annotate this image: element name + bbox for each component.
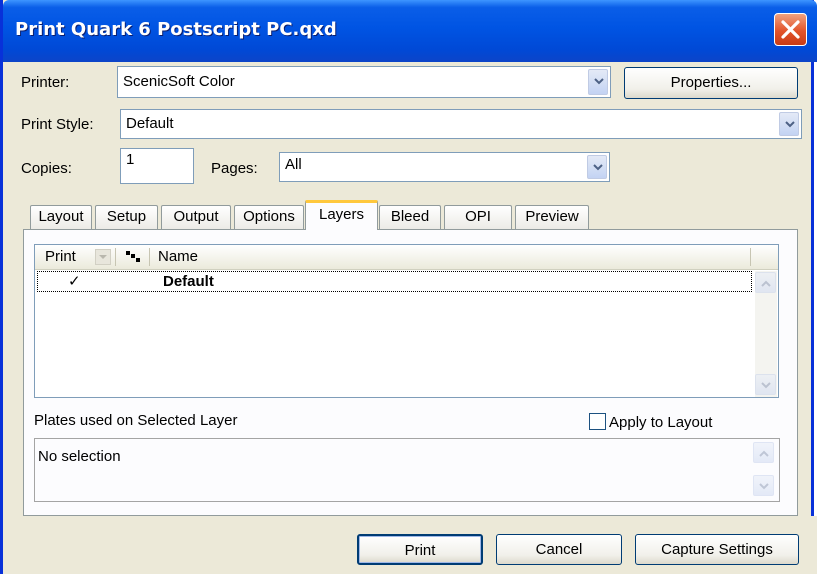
tab-opi[interactable]: OPI	[444, 205, 512, 229]
row-print-check[interactable]: ✓	[68, 272, 81, 290]
tab-layers[interactable]: Layers	[305, 200, 378, 230]
tab-layout[interactable]: Layout	[30, 205, 92, 229]
row-layer-name[interactable]: Default	[163, 273, 214, 290]
printer-select[interactable]: ScenicSoft Color	[117, 66, 611, 98]
table-row[interactable]: ✓ Default	[37, 271, 752, 292]
chevron-up-icon	[759, 450, 769, 457]
tab-output[interactable]: Output	[161, 205, 231, 229]
print-dialog: Print Quark 6 Postscript PC.qxd Printer:…	[0, 0, 817, 574]
scroll-up-button[interactable]	[755, 272, 776, 293]
print-style-dropdown-button[interactable]	[779, 112, 799, 136]
scroll-up-button[interactable]	[753, 442, 774, 463]
layer-visibility-icon[interactable]	[126, 251, 140, 263]
printer-dropdown-button[interactable]	[588, 69, 608, 95]
pages-label: Pages:	[211, 160, 258, 177]
chevron-down-icon	[593, 164, 603, 171]
pages-select[interactable]: All	[279, 152, 610, 182]
plates-scrollbar[interactable]	[753, 441, 775, 499]
layers-list-header: Print Name	[35, 245, 778, 270]
print-style-value: Default	[126, 115, 174, 132]
tab-options[interactable]: Options	[234, 205, 304, 229]
column-name[interactable]: Name	[158, 248, 198, 265]
title-bar[interactable]: Print Quark 6 Postscript PC.qxd	[3, 0, 817, 62]
window-title: Print Quark 6 Postscript PC.qxd	[15, 19, 337, 40]
chevron-up-icon	[761, 280, 771, 287]
pages-dropdown-button[interactable]	[587, 155, 607, 179]
properties-button[interactable]: Properties...	[624, 67, 798, 99]
apply-to-layout-label[interactable]: Apply to Layout	[609, 414, 712, 431]
copies-value: 1	[126, 151, 135, 168]
cancel-button[interactable]: Cancel	[496, 534, 622, 565]
close-button[interactable]	[774, 13, 807, 46]
tab-bleed[interactable]: Bleed	[379, 205, 441, 229]
printer-label: Printer:	[21, 74, 70, 91]
print-column-dropdown[interactable]	[95, 249, 111, 265]
column-separator[interactable]	[750, 248, 751, 266]
scroll-down-button[interactable]	[753, 475, 774, 496]
layers-scrollbar[interactable]	[755, 271, 777, 397]
close-icon	[781, 20, 800, 39]
plates-list[interactable]: No selection	[34, 438, 780, 502]
chevron-down-icon	[594, 78, 604, 85]
pages-value: All	[285, 156, 302, 173]
column-separator[interactable]	[115, 248, 116, 266]
column-separator[interactable]	[149, 248, 150, 266]
chevron-down-icon	[759, 483, 769, 490]
chevron-down-icon	[99, 255, 107, 259]
print-style-label: Print Style:	[21, 116, 94, 133]
print-button[interactable]: Print	[357, 534, 483, 565]
scroll-down-button[interactable]	[755, 374, 776, 395]
print-style-select[interactable]: Default	[120, 109, 802, 139]
plates-content: No selection	[38, 448, 121, 465]
apply-to-layout-checkbox[interactable]	[589, 413, 606, 430]
layers-list[interactable]: Print Name ✓ Default	[34, 244, 779, 398]
chevron-down-icon	[761, 382, 771, 389]
tab-preview[interactable]: Preview	[515, 205, 589, 229]
plates-label: Plates used on Selected Layer	[34, 412, 238, 429]
column-print[interactable]: Print	[45, 248, 76, 265]
tab-setup[interactable]: Setup	[95, 205, 158, 229]
copies-label: Copies:	[21, 160, 72, 177]
printer-value: ScenicSoft Color	[123, 73, 235, 90]
capture-settings-button[interactable]: Capture Settings	[635, 534, 799, 565]
copies-input[interactable]: 1	[120, 148, 194, 184]
chevron-down-icon	[785, 121, 795, 128]
